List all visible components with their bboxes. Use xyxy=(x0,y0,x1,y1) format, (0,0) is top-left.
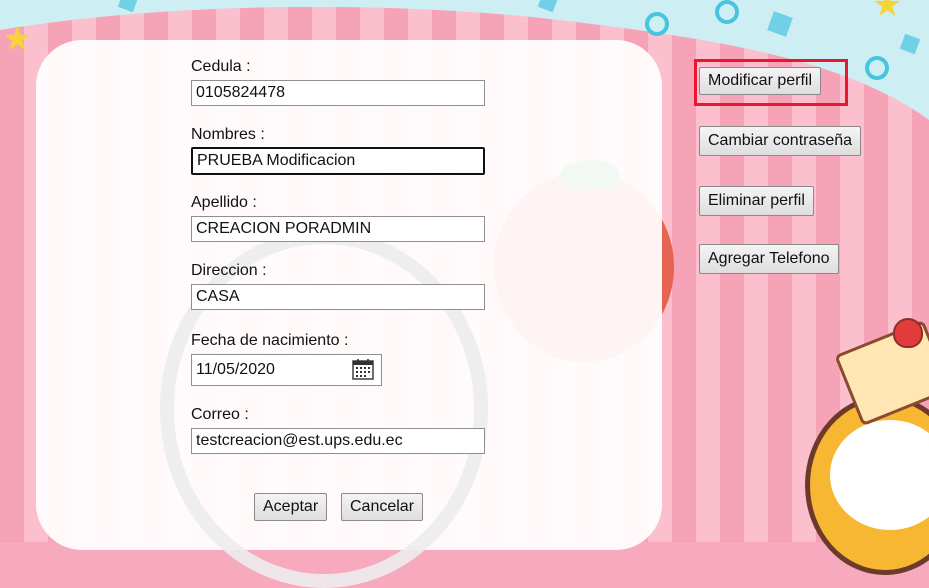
eliminar-perfil-button[interactable]: Eliminar perfil xyxy=(699,186,814,216)
agregar-telefono-button[interactable]: Agregar Telefono xyxy=(699,244,839,274)
cancel-button[interactable]: Cancelar xyxy=(341,493,424,521)
apellido-label: Apellido : xyxy=(191,194,257,211)
direccion-label: Direccion : xyxy=(191,262,267,279)
accept-button[interactable]: Aceptar xyxy=(254,493,328,521)
strawberry-illustration xyxy=(893,318,923,348)
ring-confetti xyxy=(645,12,669,36)
cedula-label: Cedula : xyxy=(191,58,251,75)
ring-confetti xyxy=(865,56,889,80)
nombres-label: Nombres : xyxy=(191,126,265,143)
correo-input[interactable] xyxy=(191,428,485,454)
apellido-input[interactable] xyxy=(191,216,485,242)
star-confetti: ★ xyxy=(2,20,33,58)
modificar-perfil-button[interactable]: Modificar perfil xyxy=(699,67,822,95)
star-confetti: ★ xyxy=(872,0,903,24)
cedula-input[interactable] xyxy=(191,80,485,106)
ring-confetti xyxy=(715,0,739,24)
cambiar-contrasena-button[interactable]: Cambiar contraseña xyxy=(699,126,862,156)
nombres-input[interactable] xyxy=(191,147,485,175)
calendar-icon[interactable] xyxy=(352,358,374,380)
fecha-nacimiento-label: Fecha de nacimiento : xyxy=(191,332,349,349)
direccion-input[interactable] xyxy=(191,284,485,310)
correo-label: Correo : xyxy=(191,406,249,423)
